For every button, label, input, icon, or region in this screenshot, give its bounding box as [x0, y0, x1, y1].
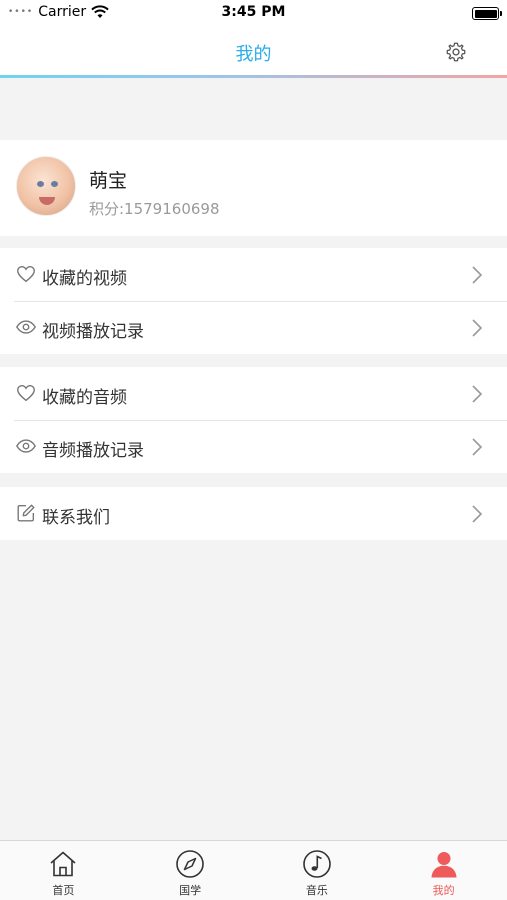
chevron-right-icon — [472, 438, 483, 456]
menu-group-video: 收藏的视频 视频播放记录 — [0, 248, 507, 354]
chevron-right-icon — [472, 385, 483, 403]
menu-item-label: 音频播放记录 — [42, 441, 144, 461]
music-note-icon — [303, 850, 331, 878]
chevron-right-icon — [472, 266, 483, 284]
home-icon — [50, 851, 76, 877]
tab-guoxue[interactable]: 国学 — [127, 841, 254, 900]
chevron-right-icon — [472, 319, 483, 337]
menu-item-label: 收藏的音频 — [42, 388, 127, 408]
compass-icon — [176, 850, 204, 878]
heart-icon — [17, 384, 35, 402]
page-title: 我的 — [235, 44, 272, 65]
menu-item-favorite-videos[interactable]: 收藏的视频 — [0, 248, 507, 301]
avatar-eye-right — [51, 181, 58, 187]
menu-item-video-history[interactable]: 视频播放记录 — [0, 301, 507, 354]
gear-icon[interactable] — [445, 41, 467, 63]
tab-label: 我的 — [432, 884, 455, 897]
tab-label: 国学 — [179, 884, 202, 897]
tab-mine[interactable]: 我的 — [380, 841, 507, 900]
avatar-eye-left — [37, 181, 44, 187]
profile-name: 萌宝 — [89, 170, 128, 192]
eye-icon — [16, 320, 36, 334]
tab-label: 音乐 — [305, 884, 328, 897]
status-bar: •••• Carrier 3:45 PM — [0, 0, 507, 26]
menu-item-label: 收藏的视频 — [42, 269, 127, 289]
user-icon — [431, 852, 457, 878]
tab-music[interactable]: 音乐 — [254, 841, 381, 900]
tab-bar: 首页 国学 音乐 我的 — [0, 840, 507, 900]
chevron-right-icon — [472, 505, 483, 523]
edit-icon — [17, 504, 35, 522]
tab-home[interactable]: 首页 — [0, 841, 127, 900]
profile-card[interactable]: 萌宝 积分:1579160698 — [0, 140, 507, 236]
battery-fill — [474, 9, 497, 18]
menu-group-audio: 收藏的音频 音频播放记录 — [0, 367, 507, 473]
menu-item-audio-history[interactable]: 音频播放记录 — [0, 420, 507, 473]
menu-item-label: 联系我们 — [42, 508, 110, 528]
nav-divider — [0, 75, 507, 78]
avatar[interactable] — [16, 156, 76, 216]
tab-label: 首页 — [52, 884, 75, 897]
status-time: 3:45 PM — [221, 4, 286, 20]
heart-icon — [17, 265, 35, 283]
battery-icon — [472, 7, 502, 20]
profile-points: 积分:1579160698 — [89, 200, 220, 218]
menu-item-contact-us[interactable]: 联系我们 — [0, 487, 507, 540]
menu-item-label: 视频播放记录 — [42, 322, 144, 342]
eye-icon — [16, 439, 36, 453]
nav-bar: 我的 — [0, 26, 507, 76]
menu-group-contact: 联系我们 — [0, 487, 507, 540]
menu-item-favorite-audio[interactable]: 收藏的音频 — [0, 367, 507, 420]
avatar-mouth — [39, 197, 55, 205]
